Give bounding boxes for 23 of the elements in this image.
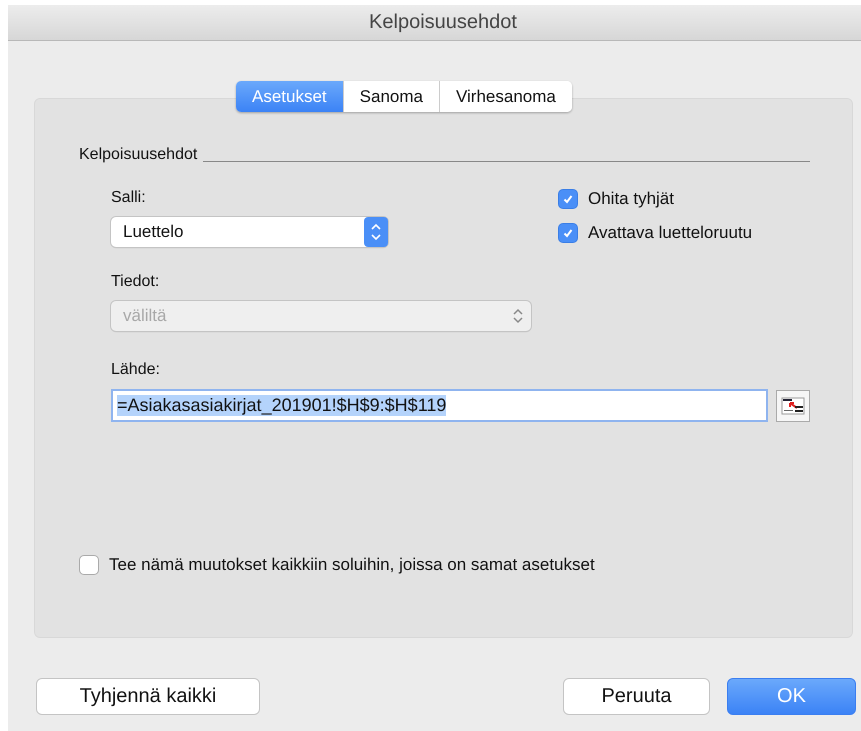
checkbox-label: Tee nämä muutokset kaikkiin soluihin, joissa on samat asetukset (109, 555, 595, 575)
check-icon (562, 193, 574, 205)
checkbox[interactable] (558, 223, 578, 243)
field-label: Lähde: (111, 361, 161, 379)
field-label: Salli: (111, 189, 147, 207)
checkbox[interactable] (558, 189, 578, 209)
check-icon (562, 227, 574, 239)
tab[interactable]: Sanoma (344, 81, 440, 112)
group-title: Kelpoisuusehdot (79, 146, 198, 164)
checkbox-label: Ohita tyhjät (588, 189, 674, 209)
checkbox-label: Avattava luetteloruutu (588, 223, 752, 243)
dialog-button[interactable]: Tyhjennä kaikki (36, 678, 260, 715)
range-picker-button[interactable] (776, 390, 810, 422)
range-select-icon (781, 396, 805, 414)
field-label: Tiedot: (111, 273, 160, 291)
stepper-icon (364, 217, 388, 247)
dialog-button[interactable]: Peruuta (563, 678, 710, 715)
window-title: Kelpoisuusehdot (369, 11, 517, 34)
stepper-icon (511, 307, 525, 325)
source-field[interactable]: =Asiakasasiakirjat_201901!$H$9:$H$119 (111, 389, 768, 422)
allow-dropdown[interactable]: Luettelo (111, 217, 388, 247)
tab[interactable]: Virhesanoma (440, 81, 572, 112)
checkbox[interactable] (79, 555, 99, 575)
